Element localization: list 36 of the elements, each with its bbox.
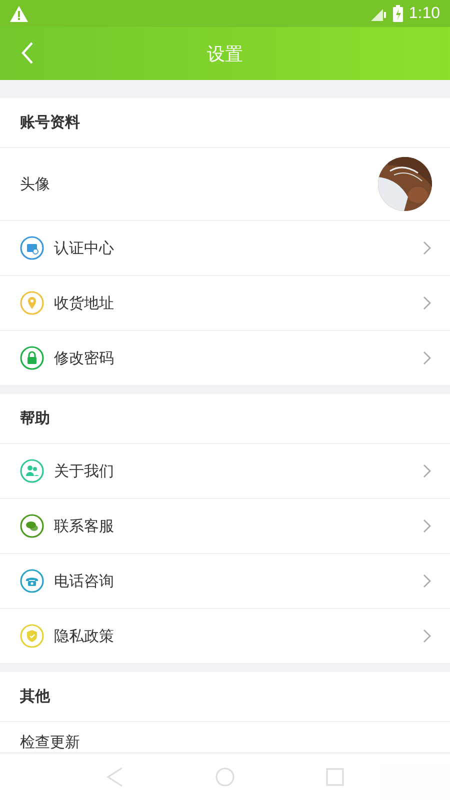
section-title: 账号资料 <box>20 113 80 132</box>
row-label: 关于我们 <box>54 462 115 480</box>
settings-row[interactable]: 联系客服 <box>0 499 450 554</box>
chevron-right-icon <box>422 629 432 643</box>
page-title: 设置 <box>207 42 243 66</box>
section-title: 其他 <box>20 687 50 706</box>
chevron-right-icon <box>422 241 432 255</box>
warning-icon <box>10 6 28 22</box>
row-label: 隐私政策 <box>54 626 115 646</box>
clock-time: 1:10 <box>408 4 440 22</box>
settings-row[interactable]: 检查更新 <box>0 722 450 752</box>
settings-row[interactable]: 认证中心 <box>0 221 450 276</box>
settings-row[interactable]: 电话咨询 <box>0 554 450 609</box>
row-label: 收货地址 <box>54 294 115 312</box>
chevron-right-icon <box>422 296 432 310</box>
settings-row[interactable]: 隐私政策 <box>0 609 450 663</box>
home-nav-button[interactable] <box>214 767 235 787</box>
settings-row[interactable]: 修改密码 <box>0 331 450 385</box>
avatar-row[interactable]: 头像 <box>0 148 450 221</box>
row-label: 联系客服 <box>54 516 115 536</box>
chevron-right-icon <box>422 464 432 478</box>
recents-nav-button[interactable] <box>326 768 344 786</box>
settings-row[interactable]: 收货地址 <box>0 276 450 331</box>
battery-icon <box>392 5 403 22</box>
row-label: 认证中心 <box>54 238 115 258</box>
back-nav-button[interactable] <box>106 766 124 788</box>
chevron-right-icon <box>422 574 432 588</box>
row-label: 修改密码 <box>54 348 115 368</box>
settings-row[interactable]: 关于我们 <box>0 444 450 499</box>
chevron-right-icon <box>422 351 432 365</box>
section-title: 帮助 <box>20 409 50 428</box>
row-label: 检查更新 <box>20 733 81 752</box>
row-label: 头像 <box>20 174 51 194</box>
chevron-right-icon <box>422 519 432 533</box>
row-label: 电话咨询 <box>54 572 115 590</box>
signal-icon <box>370 6 387 20</box>
